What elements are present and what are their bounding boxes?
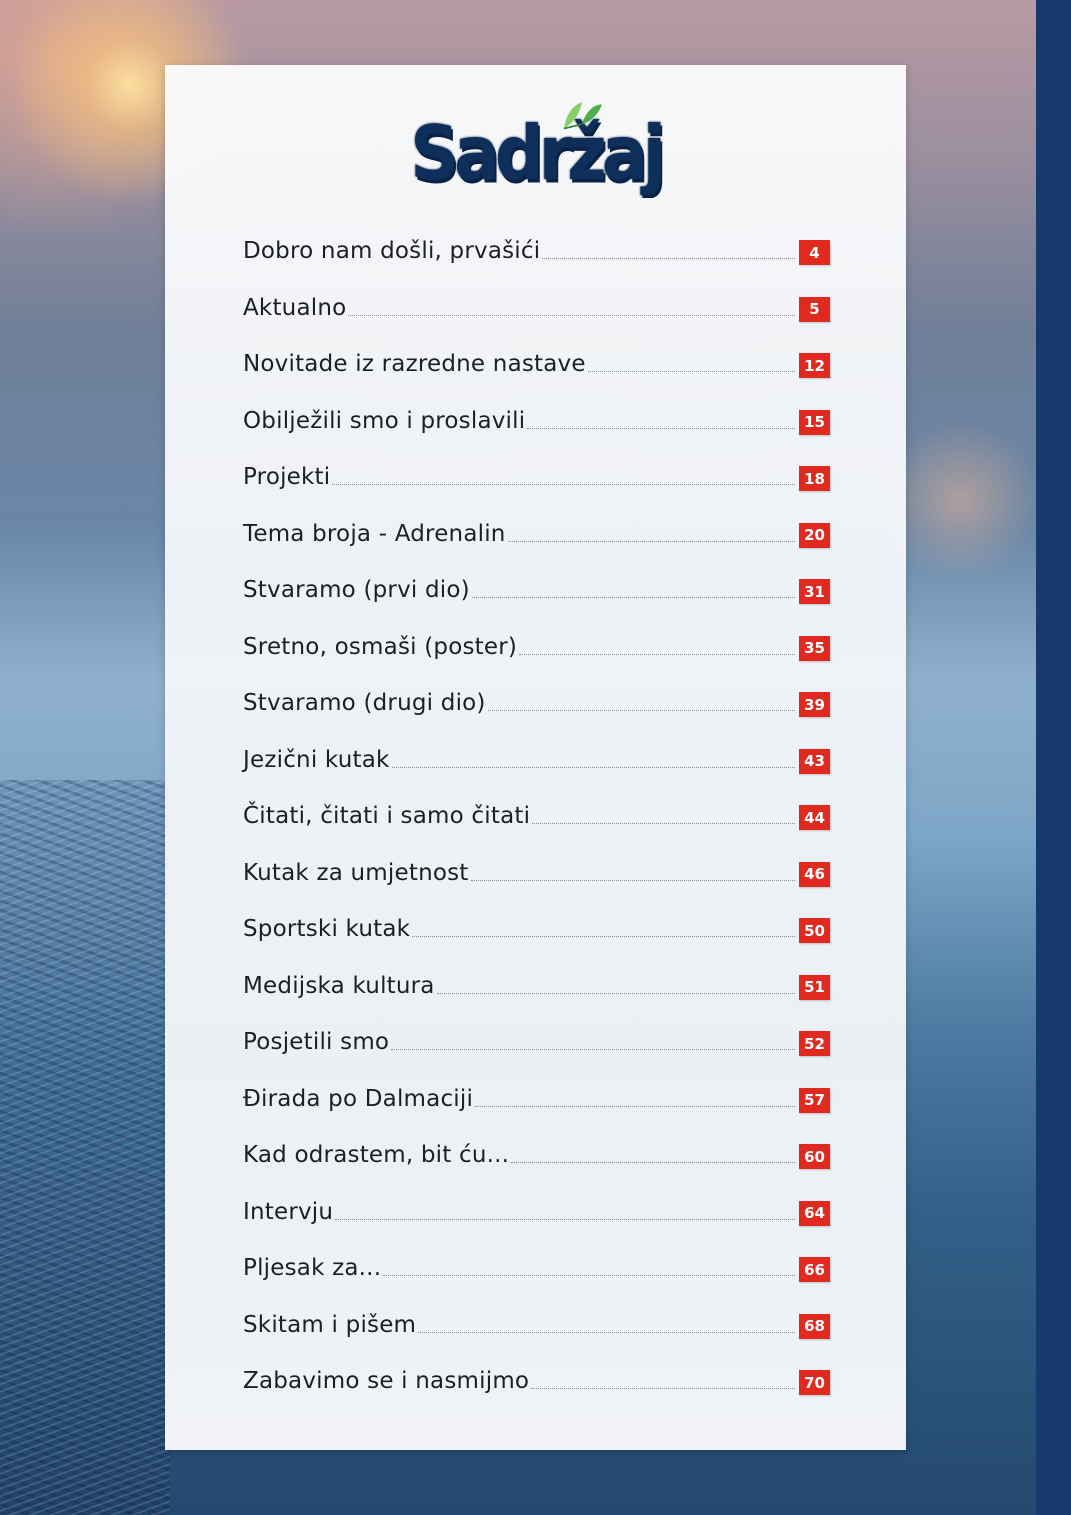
page-number-badge: 12 [799, 353, 830, 378]
title-area: Sadržaj [165, 102, 906, 205]
toc-entry[interactable]: Čitati, čitati i samo čitati 44 [243, 795, 830, 852]
toc-entry[interactable]: Pljesak za... 66 [243, 1247, 830, 1304]
dot-leader [587, 371, 795, 372]
dot-leader [507, 540, 795, 542]
page-number-badge: 4 [799, 240, 830, 265]
page-number-badge: 50 [799, 918, 830, 943]
background-texture [0, 780, 170, 1515]
toc-entry-label: Aktualno [243, 294, 347, 321]
toc-entry-label: Kutak za umjetnost [243, 859, 469, 886]
dot-leader [511, 1162, 795, 1163]
page-number-badge: 18 [799, 466, 830, 491]
page-number-badge: 44 [799, 805, 830, 830]
page-number-badge: 39 [799, 692, 830, 717]
leaf-icon [563, 102, 603, 130]
toc-entry-label: Čitati, čitati i samo čitati [243, 803, 531, 829]
toc-entry-label: Sretno, osmaši (poster) [243, 633, 518, 660]
toc-entry-label: Intervju [243, 1198, 334, 1225]
dot-leader [391, 766, 795, 768]
page-number-badge: 15 [799, 409, 830, 435]
dot-leader [418, 1331, 795, 1333]
contents-panel: Sadržaj Dobro nam došli, prvašići 4 Aktual… [165, 65, 906, 1450]
dot-leader [542, 258, 795, 259]
dot-leader [527, 427, 795, 429]
toc-entry-label: Đirada po Dalmaciji [243, 1085, 474, 1112]
toc-entry-label: Pljesak za... [243, 1255, 382, 1281]
page-number-badge: 35 [799, 635, 830, 661]
toc-entry-label: Kad odrastem, bit ću... [243, 1142, 510, 1168]
toc-entry-label: Dobro nam došli, prvašići [243, 238, 541, 264]
page-title-text: Sadržaj [410, 111, 666, 198]
dot-leader [391, 1049, 795, 1050]
page-number-badge: 5 [799, 296, 830, 322]
toc-entry[interactable]: Dobro nam došli, prvašići 4 [243, 230, 830, 287]
toc-entry-label: Stvaramo (prvi dio) [243, 577, 470, 603]
toc-entry-label: Skitam i pišem [243, 1311, 417, 1338]
dot-leader [470, 879, 795, 881]
toc-entry[interactable]: Intervju 64 [243, 1191, 830, 1248]
dot-leader [475, 1105, 795, 1107]
page-number-badge: 57 [799, 1087, 830, 1113]
dot-leader [532, 823, 795, 824]
toc-entry[interactable]: Medijska kultura 51 [243, 965, 830, 1022]
toc-entry-label: Obilježili smo i proslavili [243, 407, 526, 434]
dot-leader [487, 710, 795, 711]
toc-entry[interactable]: Sportski kutak 50 [243, 908, 830, 965]
toc-entry[interactable]: Aktualno 5 [243, 287, 830, 344]
dot-leader [383, 1275, 795, 1276]
page-number-badge: 51 [799, 974, 830, 1000]
dot-leader [519, 653, 795, 655]
page-number-badge: 70 [799, 1370, 830, 1395]
toc-entry[interactable]: Obilježili smo i proslavili 15 [243, 400, 830, 457]
toc-entry[interactable]: Zabavimo se i nasmijmo 70 [243, 1360, 830, 1417]
toc-entry-label: Zabavimo se i nasmijmo [243, 1368, 530, 1394]
side-bar [1036, 0, 1071, 1515]
toc-entry[interactable]: Sretno, osmaši (poster) 35 [243, 626, 830, 683]
dot-leader [412, 936, 795, 937]
page-number-badge: 60 [799, 1144, 830, 1169]
toc-entry[interactable]: Đirada po Dalmaciji 57 [243, 1078, 830, 1135]
page-number-badge: 64 [799, 1200, 830, 1226]
page-number-badge: 68 [799, 1313, 830, 1339]
toc-entry-label: Medijska kultura [243, 972, 435, 999]
dot-leader [335, 1218, 795, 1220]
toc-entry-label: Novitade iz razredne nastave [243, 351, 586, 377]
toc-entry-label: Stvaramo (drugi dio) [243, 690, 486, 716]
toc-entry[interactable]: Stvaramo (drugi dio) 39 [243, 682, 830, 739]
toc-entry[interactable]: Skitam i pišem 68 [243, 1304, 830, 1361]
dot-leader [348, 314, 795, 316]
dot-leader [531, 1388, 795, 1389]
toc-entry[interactable]: Tema broja - Adrenalin 20 [243, 513, 830, 570]
page-number-badge: 43 [799, 748, 830, 774]
toc-entry-label: Jezični kutak [243, 746, 390, 773]
toc-entry[interactable]: Jezični kutak 43 [243, 739, 830, 796]
page-title: Sadržaj [410, 100, 666, 210]
toc-entry-label: Sportski kutak [243, 916, 411, 942]
dot-leader [332, 484, 795, 485]
dot-leader [471, 597, 795, 598]
toc-entry[interactable]: Novitade iz razredne nastave 12 [243, 343, 830, 400]
table-of-contents: Dobro nam došli, prvašići 4 Aktualno 5 Novit… [243, 230, 830, 1417]
toc-entry-label: Tema broja - Adrenalin [243, 520, 506, 547]
page-number-badge: 20 [799, 522, 830, 548]
toc-entry[interactable]: Stvaramo (prvi dio) 31 [243, 569, 830, 626]
toc-entry[interactable]: Projekti 18 [243, 456, 830, 513]
page-number-badge: 66 [799, 1257, 830, 1282]
toc-entry-label: Projekti [243, 464, 331, 490]
page-number-badge: 52 [799, 1031, 830, 1056]
toc-entry[interactable]: Posjetili smo 52 [243, 1021, 830, 1078]
page-number-badge: 31 [799, 579, 830, 604]
toc-entry[interactable]: Kad odrastem, bit ću... 60 [243, 1134, 830, 1191]
dot-leader [436, 992, 795, 994]
page-number-badge: 46 [799, 861, 830, 887]
toc-entry-label: Posjetili smo [243, 1029, 390, 1055]
toc-entry[interactable]: Kutak za umjetnost 46 [243, 852, 830, 909]
